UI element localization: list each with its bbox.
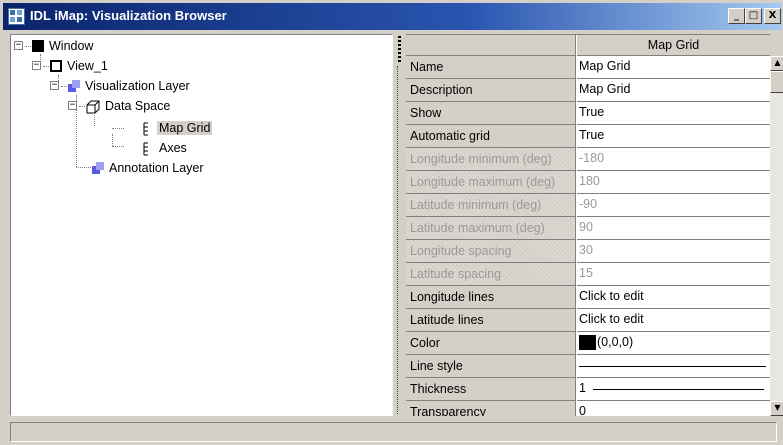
tree-connector [43,66,49,67]
property-row-latitude-maximum: Latitude maximum (deg) 90 [406,217,770,240]
line-style-sample [579,366,766,367]
property-value-color[interactable]: (0,0,0) [577,332,770,355]
tree-item-label: Data Space [105,99,171,113]
browser-window: IDL iMap: Visualization Browser _ □ X − … [0,0,783,445]
collapse-icon[interactable]: − [50,81,59,90]
property-name: Transparency [406,401,576,416]
property-name: Show [406,102,576,125]
scroll-down-icon[interactable]: ▼ [770,401,783,416]
view-icon [50,60,62,72]
property-row-show[interactable]: Show True [406,102,770,125]
property-name: Automatic grid [406,125,576,148]
property-row-color[interactable]: Color (0,0,0) [406,332,770,355]
property-row-latitude-lines[interactable]: Latitude lines Click to edit [406,309,770,332]
property-row-latitude-spacing: Latitude spacing 15 [406,263,770,286]
property-value-line-style[interactable] [577,355,770,378]
status-bar [10,422,777,442]
property-scrollbar[interactable]: ▲ ▼ [770,56,783,416]
tree-item-label: Map Grid [157,121,213,135]
property-name: Longitude minimum (deg) [406,148,576,171]
color-swatch [579,335,596,351]
property-value[interactable]: Map Grid [577,79,770,102]
property-value: 15 [577,263,770,286]
panel-splitter[interactable] [395,34,405,416]
property-value: 90 [577,217,770,240]
maximize-button[interactable]: □ [745,8,762,24]
property-name: Latitude maximum (deg) [406,217,576,240]
visualization-tree[interactable]: − Window − View_1 − Visualization Layer … [10,34,393,416]
property-sheet[interactable]: Map Grid Name Map Grid Description Map G… [406,34,770,416]
property-value-thickness[interactable]: 1 [577,378,770,401]
close-button[interactable]: X [764,8,781,24]
collapse-icon[interactable]: − [32,61,41,70]
property-row-longitude-maximum: Longitude maximum (deg) 180 [406,171,770,194]
layer-icon [92,162,104,174]
tree-item-visualization-layer[interactable]: − Visualization Layer [11,77,391,95]
property-row-transparency[interactable]: Transparency 0 [406,401,770,416]
thickness-sample [593,389,764,390]
property-name: Longitude spacing [406,240,576,263]
property-name: Line style [406,355,576,378]
property-name: Name [406,56,576,79]
tree-item-label: View_1 [67,59,108,73]
property-row-name[interactable]: Name Map Grid [406,56,770,79]
property-value[interactable]: True [577,125,770,148]
collapse-icon[interactable]: − [68,101,77,110]
tree-connector [25,46,31,47]
property-row-latitude-minimum: Latitude minimum (deg) -90 [406,194,770,217]
tree-item-view[interactable]: − View_1 [11,57,391,75]
property-name: Description [406,79,576,102]
tree-item-data-space[interactable]: − Data Space [11,97,391,115]
scroll-thumb[interactable] [770,71,783,93]
property-row-automatic-grid[interactable]: Automatic grid True [406,125,770,148]
app-icon [8,8,25,25]
layer-icon [68,80,80,92]
property-row-longitude-lines[interactable]: Longitude lines Click to edit [406,286,770,309]
tree-item-window[interactable]: − Window [11,37,391,55]
tree-item-axes[interactable]: Axes [11,139,391,157]
property-value[interactable]: Click to edit [577,286,770,309]
title-bar[interactable]: IDL iMap: Visualization Browser _ □ X [3,3,782,30]
property-name: Thickness [406,378,576,401]
axes-icon [143,142,148,156]
property-value: -180 [577,148,770,171]
property-value[interactable]: Click to edit [577,309,770,332]
collapse-icon[interactable]: − [14,41,23,50]
tree-item-label: Visualization Layer [85,79,190,93]
tree-item-annotation-layer[interactable]: Annotation Layer [11,159,391,177]
property-name: Latitude lines [406,309,576,332]
property-name: Longitude lines [406,286,576,309]
thickness-value-text: 1 [579,381,586,395]
minimize-button[interactable]: _ [728,8,745,24]
window-icon [32,40,44,52]
scroll-up-icon[interactable]: ▲ [770,56,783,71]
property-name: Latitude spacing [406,263,576,286]
dataspace-icon [86,100,100,114]
tree-item-label: Axes [159,141,187,155]
property-value: 30 [577,240,770,263]
tree-connector [79,106,85,107]
property-value[interactable]: Map Grid [577,56,770,79]
property-row-longitude-spacing: Longitude spacing 30 [406,240,770,263]
property-name: Longitude maximum (deg) [406,171,576,194]
window-title: IDL iMap: Visualization Browser [30,8,227,23]
property-value[interactable]: 0 [577,401,770,416]
tree-item-label: Window [49,39,94,53]
property-name: Latitude minimum (deg) [406,194,576,217]
property-value-header: Map Grid [577,35,770,56]
property-value[interactable]: True [577,102,770,125]
color-value-text: (0,0,0) [597,335,634,349]
property-value: 180 [577,171,770,194]
property-row-longitude-minimum: Longitude minimum (deg) -180 [406,148,770,171]
property-name-header [406,35,576,56]
property-name: Color [406,332,576,355]
tree-item-map-grid[interactable]: Map Grid [11,119,391,137]
mapgrid-icon [143,122,148,136]
tree-item-label: Annotation Layer [109,161,204,175]
property-row-line-style[interactable]: Line style [406,355,770,378]
property-row-description[interactable]: Description Map Grid [406,79,770,102]
tree-connector [61,86,67,87]
property-value: -90 [577,194,770,217]
property-row-thickness[interactable]: Thickness 1 [406,378,770,401]
